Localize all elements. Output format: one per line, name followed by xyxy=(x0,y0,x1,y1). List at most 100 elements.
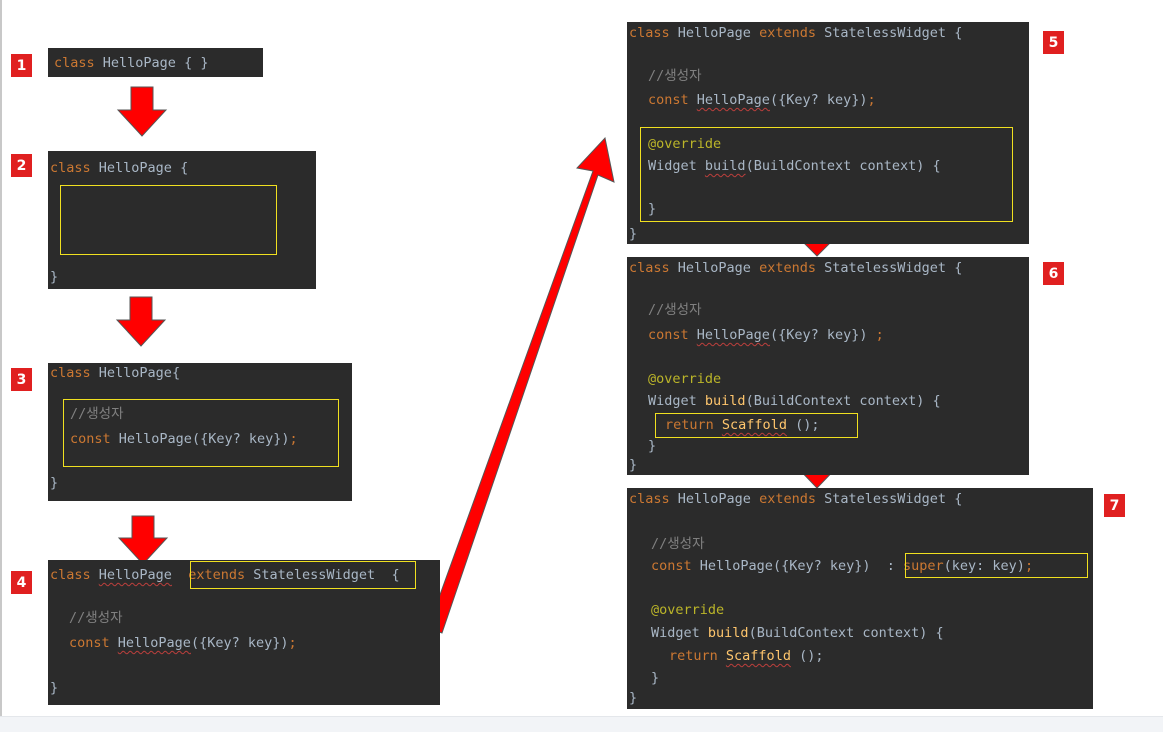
brace-token: } xyxy=(629,457,638,473)
annotation-token: @override xyxy=(648,371,722,387)
step-badge-6: 6 xyxy=(1043,262,1064,285)
code-line: class HelloPage extends StatelessWidget … xyxy=(629,260,962,276)
params-token: (BuildContext context) { xyxy=(748,625,944,641)
comment-token: //생성자 xyxy=(648,302,702,318)
keyword-token: extends xyxy=(759,25,816,41)
brace-token: } xyxy=(629,690,638,706)
brace-token: } xyxy=(629,226,638,242)
comment-line: //생성자 xyxy=(69,610,123,626)
brace-token: { } xyxy=(184,55,209,71)
params-token: ({Key? key}) xyxy=(190,635,289,651)
arrow-1-to-2 xyxy=(116,86,168,137)
semicolon-token: ; xyxy=(875,327,884,343)
keyword-token: class xyxy=(50,365,91,381)
step-badge-2: 2 xyxy=(11,154,32,177)
comment-token: //생성자 xyxy=(70,406,124,422)
brace-token: { xyxy=(954,491,963,507)
class-name-token: HelloPage xyxy=(102,55,176,71)
arrow-4-to-5 xyxy=(427,136,615,634)
type-token: Widget xyxy=(648,158,697,174)
params-token: ({Key? key}) xyxy=(772,558,871,574)
annotation-token: @override xyxy=(648,136,722,152)
code-panel-5: class HelloPage extends StatelessWidget … xyxy=(627,22,1029,244)
method-token: build xyxy=(704,158,746,174)
keyword-token: class xyxy=(629,260,670,276)
highlight-box xyxy=(60,185,277,255)
params-token: ({Key? key}) xyxy=(769,92,868,108)
step-badge-4: 4 xyxy=(11,571,32,594)
call-token: (); xyxy=(786,417,820,433)
keyword-token: const xyxy=(651,558,692,574)
type-token: Widget xyxy=(648,393,697,409)
class-name-token: HelloPage xyxy=(118,431,192,447)
brace-token: { xyxy=(171,365,181,381)
step-badge-5: 5 xyxy=(1043,31,1064,54)
class-name-token: HelloPage xyxy=(117,635,191,651)
keyword-token: class xyxy=(629,491,670,507)
code-panel-2: class HelloPage { } xyxy=(48,151,316,289)
method-token: build xyxy=(707,625,749,641)
comment-token: //생성자 xyxy=(69,610,123,626)
brace-token: } xyxy=(50,475,59,491)
keyword-token: return xyxy=(669,648,718,664)
class-name-token: HelloPage xyxy=(677,260,751,276)
brace-token: { xyxy=(954,25,963,41)
class-name-token: HelloPage xyxy=(98,567,172,583)
class-name-token: HelloPage xyxy=(98,160,172,176)
keyword-token: class xyxy=(629,25,670,41)
keyword-token: const xyxy=(648,327,689,343)
comment-line: //생성자 xyxy=(648,302,702,318)
keyword-token: const xyxy=(69,635,110,651)
keyword-token: extends xyxy=(759,491,816,507)
class-name-token: HelloPage xyxy=(699,558,773,574)
semicolon-token: ; xyxy=(867,92,876,108)
code-line: class HelloPage{ xyxy=(50,365,180,381)
params-token: (BuildContext context) { xyxy=(745,158,941,174)
step-badge-3: 3 xyxy=(11,368,32,391)
footer-bar xyxy=(0,716,1163,732)
step-badge-7: 7 xyxy=(1104,494,1125,517)
code-line: const HelloPage({Key? key}); xyxy=(69,635,297,651)
type-token: Widget xyxy=(651,625,700,641)
semicolon-token: ; xyxy=(289,431,298,447)
comment-token: //생성자 xyxy=(648,68,702,84)
class-name-token: HelloPage xyxy=(696,92,770,108)
semicolon-token: ; xyxy=(288,635,297,651)
class-name-token: HelloPage xyxy=(677,491,751,507)
brace-token: } xyxy=(50,269,59,285)
code-line: Widget build(BuildContext context) { xyxy=(648,158,941,174)
params-token: (BuildContext context) { xyxy=(745,393,941,409)
code-line: Widget build(BuildContext context) { xyxy=(651,625,944,641)
arrow-3-to-4 xyxy=(117,515,169,565)
base-class-token: StatelessWidget xyxy=(824,491,947,507)
annotation-token: @override xyxy=(651,602,725,618)
brace-token: } xyxy=(648,438,657,454)
brace-token: } xyxy=(651,670,660,686)
code-line: class HelloPage extends StatelessWidget … xyxy=(629,25,962,41)
keyword-token: class xyxy=(54,55,95,71)
super-prefix-token: : xyxy=(886,558,904,574)
arrow-2-to-3 xyxy=(115,296,167,347)
code-panel-4: class HelloPage extends StatelessWidget … xyxy=(48,560,440,705)
highlight-box xyxy=(905,553,1088,578)
keyword-token: return xyxy=(665,417,714,433)
class-name-token: HelloPage xyxy=(696,327,770,343)
base-class-token: StatelessWidget xyxy=(824,260,947,276)
keyword-token: extends xyxy=(759,260,816,276)
code-line: class HelloPage extends StatelessWidget … xyxy=(629,491,962,507)
comment-token: //생성자 xyxy=(651,536,705,552)
base-class-token: StatelessWidget xyxy=(824,25,947,41)
comment-line: //생성자 xyxy=(70,406,124,422)
brace-token: { xyxy=(180,160,189,176)
class-name-token: HelloPage xyxy=(98,365,172,381)
code-panel-6: class HelloPage extends StatelessWidget … xyxy=(627,257,1029,475)
keyword-token: const xyxy=(648,92,689,108)
method-token: build xyxy=(704,393,746,409)
comment-line: //생성자 xyxy=(648,68,702,84)
brace-token: } xyxy=(648,201,657,217)
call-token: (); xyxy=(790,648,824,664)
step-badge-1: 1 xyxy=(11,54,32,77)
code-line: const HelloPage({Key? key}); xyxy=(70,431,298,447)
code-line: return Scaffold (); xyxy=(665,417,819,433)
code-line: class HelloPage { xyxy=(50,160,188,176)
